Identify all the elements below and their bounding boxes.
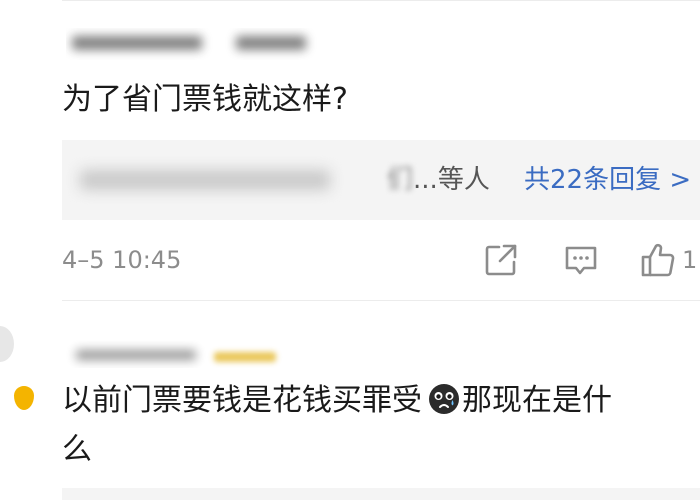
- comment-2-username-redacted[interactable]: [66, 340, 306, 368]
- comment-icon[interactable]: [563, 242, 599, 278]
- redacted-name-part: [76, 350, 196, 360]
- comment-1-timestamp: 4–5 10:45: [62, 246, 182, 274]
- redacted-name-part: [236, 36, 306, 50]
- comment-1-text: 为了省门票钱就这样?: [62, 82, 348, 117]
- comment-2-text: 以前门票要钱是花钱买罪受 那现在是什: [62, 378, 612, 424]
- like-count: 1: [682, 246, 698, 274]
- user-badge-redacted: [214, 352, 276, 362]
- comment-2-text-part-1: 以前门票要钱是花钱买罪受: [62, 383, 422, 418]
- avatar[interactable]: [0, 326, 14, 362]
- comment-divider: [62, 300, 700, 301]
- reply-names-ellipsis: ...: [413, 165, 438, 195]
- view-replies-link[interactable]: 共22条回复 >: [524, 162, 691, 198]
- share-icon[interactable]: [483, 242, 519, 278]
- verified-badge-icon: [14, 386, 34, 410]
- comment-1-username-redacted[interactable]: [66, 28, 326, 60]
- reply-names-suffix: 等人: [437, 165, 490, 195]
- thumbs-up-icon[interactable]: [640, 242, 676, 278]
- redacted-name-part: [72, 36, 202, 50]
- reply-names-tail: 们...等人: [387, 162, 490, 198]
- crying-face-emoji-icon: [429, 384, 459, 414]
- reply-names-redacted: [80, 170, 330, 190]
- comment-2-text-part-2: 那现在是什: [462, 383, 612, 418]
- weibo-comment-feed: 为了省门票钱就这样? 们...等人 共22条回复 > 4–5 10:45 1 以…: [0, 0, 700, 500]
- top-divider: [62, 0, 700, 1]
- comment-2-replies-box[interactable]: [62, 488, 700, 500]
- comment-2-text-line-2: 么: [62, 432, 92, 467]
- reply-names-fade: 们: [387, 165, 414, 195]
- comment-1-replies-box[interactable]: 们...等人 共22条回复 >: [62, 140, 700, 220]
